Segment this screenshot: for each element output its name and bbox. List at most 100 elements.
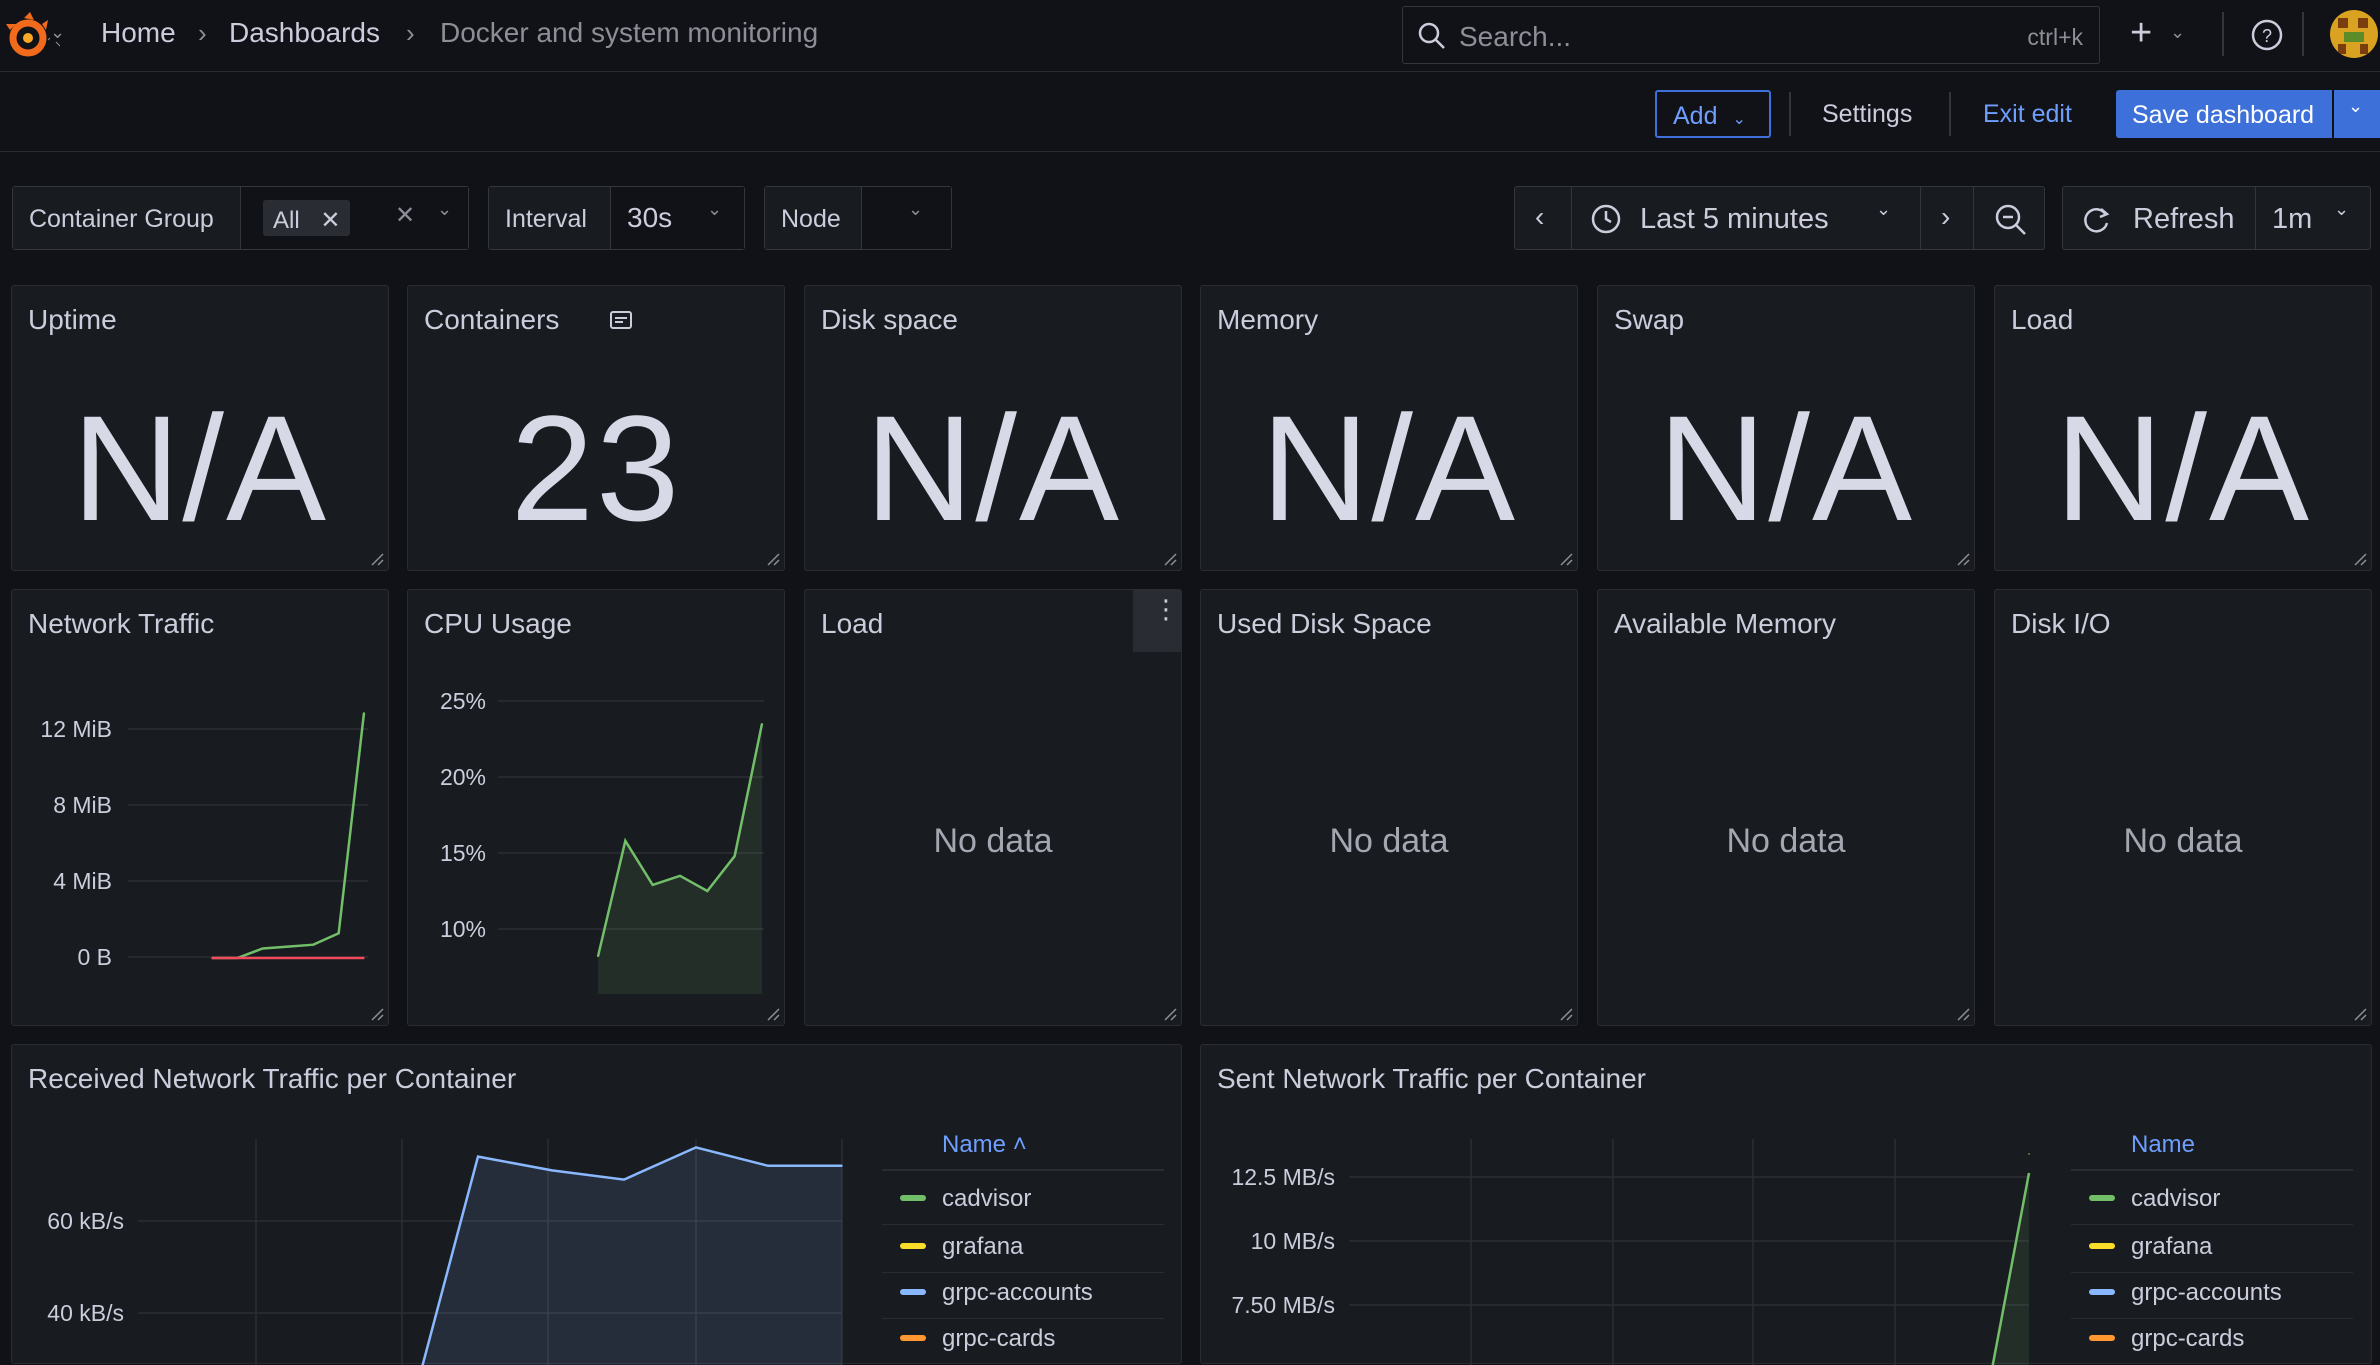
- divider: [2222, 12, 2224, 56]
- timeseries-panel-load[interactable]: Load ⋮ No data: [804, 589, 1182, 1026]
- avatar[interactable]: [2330, 10, 2378, 58]
- no-data-message: No data: [2123, 822, 2243, 860]
- resize-handle-icon[interactable]: [1161, 550, 1177, 566]
- stat-value: N/A: [864, 384, 1122, 552]
- breadcrumb-dashboards[interactable]: Dashboards: [229, 17, 380, 49]
- timeseries-panel-disk-io[interactable]: Disk I/O No data: [1994, 589, 2372, 1026]
- exit-edit-button[interactable]: Exit edit: [1983, 100, 2072, 129]
- resize-handle-icon[interactable]: [764, 1005, 780, 1021]
- refresh-button[interactable]: Refresh: [2062, 186, 2256, 250]
- resize-handle-icon[interactable]: [1161, 1005, 1177, 1021]
- legend-label: cadvisor: [942, 1185, 1032, 1212]
- time-range-label: Last 5 minutes: [1640, 203, 1829, 235]
- stat-panel-uptime[interactable]: Uptime N/A: [11, 285, 389, 571]
- legend-item[interactable]: grafana: [882, 1227, 1164, 1273]
- search-icon: [1418, 22, 1445, 49]
- settings-button[interactable]: Settings: [1822, 100, 1912, 129]
- resize-handle-icon[interactable]: [368, 550, 384, 566]
- stat-panel-containers[interactable]: Containers 23: [407, 285, 785, 571]
- resize-handle-icon[interactable]: [1954, 1005, 1970, 1021]
- data-point: [841, 1165, 843, 1167]
- selected-chip[interactable]: All ✕: [263, 200, 351, 236]
- legend-item[interactable]: grpc-cards: [2071, 1319, 2353, 1365]
- y-tick-label: 0 B: [77, 944, 112, 970]
- timeseries-panel-received-network-traffic[interactable]: Received Network Traffic per Container 6…: [11, 1044, 1182, 1365]
- legend-item[interactable]: cadvisor: [2071, 1179, 2353, 1225]
- legend-item[interactable]: grpc-accounts: [882, 1273, 1164, 1319]
- data-point: [337, 932, 340, 935]
- timeseries-panel-used-disk-space[interactable]: Used Disk Space No data: [1200, 589, 1578, 1026]
- legend-item[interactable]: grpc-cards: [882, 1319, 1164, 1365]
- data-point: [733, 855, 736, 857]
- help-icon[interactable]: ?: [2250, 18, 2284, 57]
- plus-icon[interactable]: +: [2130, 12, 2152, 55]
- stat-panel-swap[interactable]: Swap N/A: [1597, 285, 1975, 571]
- cpu-usage-chart[interactable]: 25% 20% 15% 10%: [408, 590, 786, 1027]
- resize-handle-icon[interactable]: [368, 1005, 384, 1021]
- time-back-button[interactable]: ‹: [1514, 186, 1572, 250]
- stat-panel-memory[interactable]: Memory N/A: [1200, 285, 1578, 571]
- breadcrumb-separator: ›: [406, 18, 415, 48]
- panel-title: Containers: [424, 304, 560, 335]
- node-select[interactable]: ⌄: [862, 187, 951, 249]
- more-vertical-icon: ⋮: [1153, 594, 1179, 624]
- breadcrumb-separator: ›: [198, 18, 207, 48]
- stat-panel-disk-space[interactable]: Disk space N/A: [804, 285, 1182, 571]
- panel-title: Disk space: [821, 304, 958, 335]
- panel-menu-button[interactable]: ⋮: [1133, 590, 1181, 652]
- zoom-out-button[interactable]: [1973, 186, 2045, 250]
- y-tick-label: 10 MB/s: [1251, 1228, 1335, 1254]
- received-traffic-chart[interactable]: 60 kB/s 40 kB/s: [12, 1045, 872, 1365]
- legend-item[interactable]: grafana: [2071, 1227, 2353, 1273]
- timeseries-panel-sent-network-traffic[interactable]: Sent Network Traffic per Container 12.5 …: [1200, 1044, 2372, 1365]
- zoom-out-icon: [1995, 204, 2026, 235]
- save-dashboard-button[interactable]: Save dashboard: [2116, 90, 2332, 138]
- search-input[interactable]: Search... ctrl+k: [1402, 6, 2100, 64]
- refresh-interval-select[interactable]: 1m ⌄: [2255, 186, 2371, 250]
- resize-handle-icon[interactable]: [1557, 1005, 1573, 1021]
- stat-value: N/A: [2054, 384, 2312, 552]
- timeseries-panel-cpu-usage[interactable]: CPU Usage 25% 20% 15% 10%: [407, 589, 785, 1026]
- time-range-picker[interactable]: Last 5 minutes ⌄: [1571, 186, 1921, 250]
- resize-handle-icon[interactable]: [1954, 550, 1970, 566]
- legend-swatch: [2089, 1335, 2115, 1341]
- chevron-down-icon: ⌄: [2348, 96, 2364, 116]
- interval-select[interactable]: 30s ⌄: [611, 187, 744, 249]
- resize-handle-icon[interactable]: [1557, 550, 1573, 566]
- resize-handle-icon[interactable]: [2351, 550, 2367, 566]
- container-group-select[interactable]: All ✕ ✕ ⌄: [241, 187, 468, 249]
- stat-value: N/A: [1260, 384, 1518, 552]
- chevron-down-icon[interactable]: ⌄: [50, 22, 65, 43]
- network-traffic-chart[interactable]: 12 MiB 8 MiB 4 MiB 0 B: [12, 590, 390, 1027]
- y-tick-label: 25%: [440, 688, 486, 714]
- chevron-down-icon[interactable]: ⌄: [2170, 22, 2185, 43]
- legend-swatch: [900, 1195, 926, 1201]
- sent-traffic-chart[interactable]: 12.5 MB/s 10 MB/s 7.50 MB/s: [1201, 1045, 2061, 1365]
- legend-item[interactable]: cadvisor: [882, 1179, 1164, 1225]
- time-forward-button[interactable]: ›: [1920, 186, 1974, 250]
- breadcrumb-home[interactable]: Home: [101, 17, 176, 49]
- data-point: [706, 890, 709, 892]
- legend-header-name[interactable]: Name: [2131, 1131, 2195, 1159]
- svg-text:?: ?: [2262, 26, 2272, 46]
- panel-title: Memory: [1217, 304, 1319, 335]
- save-options-dropdown[interactable]: ⌄: [2334, 90, 2380, 138]
- legend-item[interactable]: grpc-accounts: [2071, 1273, 2353, 1319]
- resize-handle-icon[interactable]: [2351, 1005, 2367, 1021]
- chevron-down-icon: ⌄: [1732, 111, 1746, 128]
- timeseries-panel-network-traffic[interactable]: Network Traffic 12 MiB 8 MiB 4 MiB 0 B: [11, 589, 389, 1026]
- resize-handle-icon[interactable]: [764, 550, 780, 566]
- search-shortcut: ctrl+k: [2027, 24, 2083, 50]
- chevron-down-icon[interactable]: ⌄: [437, 199, 452, 220]
- chevron-down-icon: ⌄: [2334, 199, 2350, 219]
- legend-label: grpc-cards: [2131, 1325, 2245, 1352]
- timeseries-panel-available-memory[interactable]: Available Memory No data: [1597, 589, 1975, 1026]
- close-icon[interactable]: ✕: [320, 207, 340, 234]
- chevron-down-icon: ⌄: [1876, 199, 1892, 219]
- data-point: [623, 1178, 625, 1181]
- legend-header-name[interactable]: Name ˄: [942, 1131, 1027, 1159]
- variable-label: Interval: [489, 187, 611, 249]
- clear-icon[interactable]: ✕: [395, 201, 415, 230]
- stat-panel-load[interactable]: Load N/A: [1994, 285, 2372, 571]
- add-button[interactable]: Add ⌄: [1655, 90, 1771, 138]
